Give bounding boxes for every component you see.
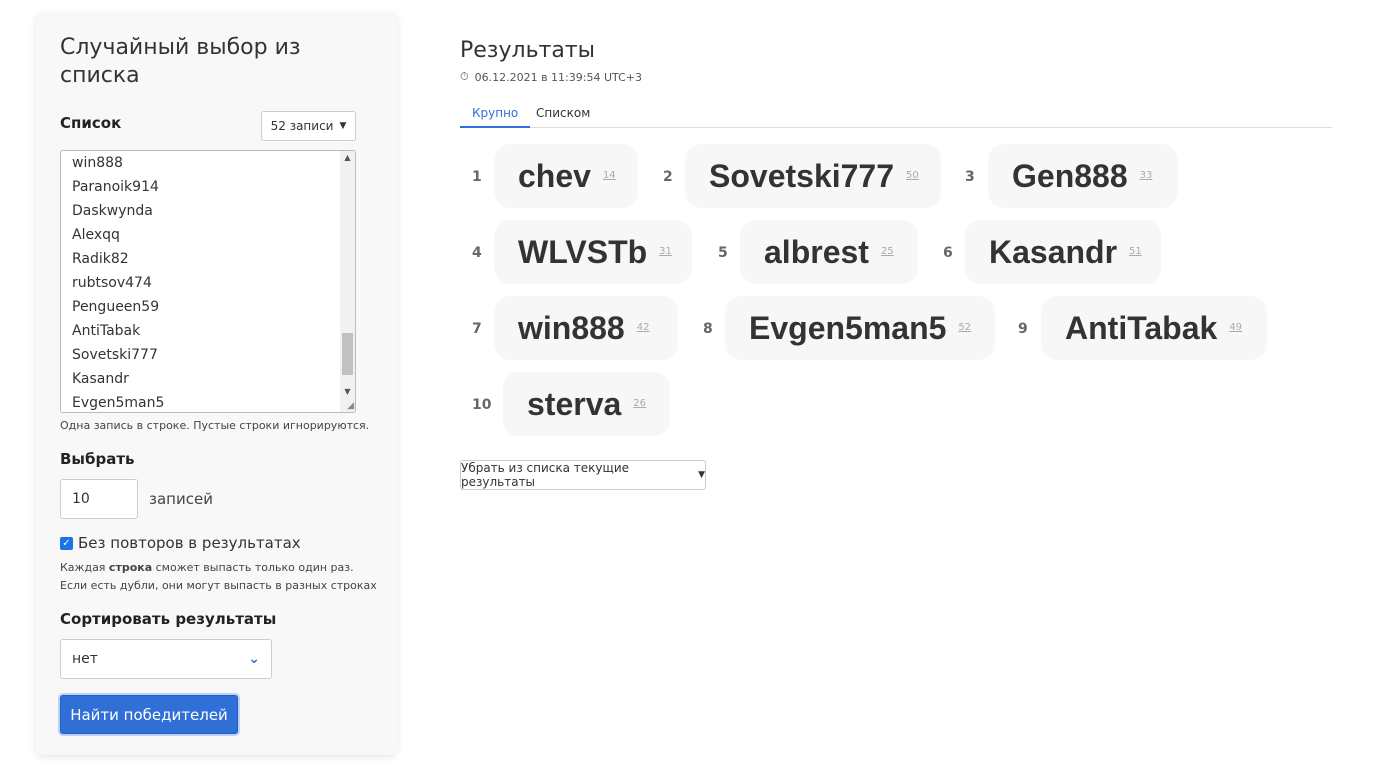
list-item: Alexqq — [72, 227, 120, 243]
sort-value: нет — [72, 651, 98, 667]
results-timestamp: 06.12.2021 в 11:39:54 UTC+3 — [474, 70, 642, 84]
winner-rank: 6 — [943, 245, 953, 261]
list-scrollbar[interactable]: ▲ ▼ — [340, 151, 355, 412]
winner-source-index[interactable]: 51 — [1129, 246, 1142, 257]
winner-source-index[interactable]: 31 — [659, 246, 672, 257]
scroll-up-icon[interactable]: ▲ — [340, 153, 355, 162]
list-item: Pengueen59 — [72, 299, 160, 315]
winner-name: Kasandr — [989, 233, 1118, 270]
find-winners-button[interactable]: Найти победителей — [60, 695, 238, 734]
winner-card: AntiTabak 49 — [1041, 296, 1267, 360]
winner-rank: 8 — [703, 321, 713, 337]
panel-title: Случайный выбор из списка — [60, 35, 301, 88]
list-item: Daskwynda — [72, 203, 153, 219]
winner-name: AntiTabak — [1065, 309, 1218, 346]
winner-card: chev 14 — [494, 144, 638, 208]
list-item: Sovetski777 — [72, 347, 158, 363]
tab-large[interactable]: Крупно — [460, 100, 531, 128]
winner-rank: 7 — [472, 321, 482, 337]
scroll-thumb[interactable] — [342, 333, 353, 375]
chevron-down-icon: ⌄ — [248, 651, 260, 667]
winner-source-index[interactable]: 42 — [637, 322, 650, 333]
winner-source-index[interactable]: 25 — [881, 246, 894, 257]
winner-card: sterva 26 — [503, 372, 670, 436]
winner-rank: 9 — [1018, 321, 1028, 337]
no-repeat-option[interactable]: ✓ Без повторов в результатах — [60, 534, 301, 552]
winner-rank: 1 — [472, 169, 482, 185]
winner-name: win888 — [518, 309, 625, 346]
list-item: Kasandr — [72, 371, 129, 387]
winner-name: WLVSTb — [518, 233, 648, 270]
results-title: Результаты — [460, 38, 596, 63]
no-repeat-hint: Каждая строка сможет выпасть только один… — [60, 561, 354, 574]
list-item: Paranoik914 — [72, 179, 159, 195]
choose-label: Выбрать — [60, 450, 135, 468]
no-repeat-hint-line2: Если есть дубли, они могут выпасть в раз… — [60, 579, 377, 592]
resize-handle-icon[interactable]: ◢ — [347, 401, 354, 411]
chevron-down-icon: ▼ — [698, 470, 705, 480]
remove-results-button[interactable]: Убрать из списка текущие результаты ▼ — [460, 460, 706, 490]
winner-rank: 4 — [472, 245, 482, 261]
list-label: Список — [60, 114, 122, 132]
list-item: rubtsov474 — [72, 275, 152, 291]
results-tabs: Крупно Списком — [460, 100, 1332, 128]
winner-name: sterva — [527, 385, 622, 422]
sort-label: Сортировать результаты — [60, 610, 277, 628]
winner-card: Evgen5man5 52 — [725, 296, 995, 360]
chevron-down-icon: ▼ — [339, 121, 347, 131]
hint-suffix: сможет выпасть только один раз. — [152, 561, 354, 574]
tab-list[interactable]: Списком — [524, 100, 602, 128]
winner-card: Gen888 33 — [988, 144, 1178, 208]
winner-source-index[interactable]: 49 — [1229, 322, 1242, 333]
winner-rank: 3 — [965, 169, 975, 185]
list-lines: win888 Paranoik914 Daskwynda Alexqq Radi… — [72, 151, 165, 412]
remove-results-label: Убрать из списка текущие результаты — [461, 461, 630, 489]
choose-unit-label: записей — [149, 490, 213, 508]
winner-name: Evgen5man5 — [749, 309, 947, 346]
winner-name: albrest — [764, 233, 869, 270]
settings-panel: Случайный выбор из списка Список 52 запи… — [36, 13, 397, 755]
winner-rank: 2 — [663, 169, 673, 185]
stopwatch-icon: ⏱ — [460, 70, 469, 83]
list-item: Radik82 — [72, 251, 129, 267]
winner-rank: 10 — [472, 397, 492, 413]
no-repeat-label: Без повторов в результатах — [78, 534, 301, 552]
no-repeat-checkbox[interactable]: ✓ — [60, 536, 73, 550]
hint-bold: строка — [108, 561, 153, 574]
winner-rank: 5 — [718, 245, 728, 261]
list-textarea[interactable]: win888 Paranoik914 Daskwynda Alexqq Radi… — [60, 150, 356, 413]
winner-name: Sovetski777 — [709, 157, 895, 194]
sort-select[interactable]: нет ⌄ — [60, 639, 272, 679]
winner-card: Sovetski777 50 — [685, 144, 941, 208]
winner-card: win888 42 — [494, 296, 678, 360]
hint-prefix: Каждая — [60, 561, 109, 574]
winner-source-index[interactable]: 14 — [603, 170, 616, 181]
winner-card: Kasandr 51 — [965, 220, 1161, 284]
list-item: Evgen5man5 — [72, 395, 165, 411]
entry-count-label: 52 записи — [270, 119, 334, 133]
winner-source-index[interactable]: 52 — [958, 322, 971, 333]
winner-card: albrest 25 — [740, 220, 918, 284]
winner-card: WLVSTb 31 — [494, 220, 692, 284]
results-timestamp-row: ⏱ 06.12.2021 в 11:39:54 UTC+3 — [460, 70, 642, 84]
winner-source-index[interactable]: 33 — [1140, 170, 1153, 181]
scroll-down-icon[interactable]: ▼ — [340, 387, 355, 396]
entry-count-dropdown[interactable]: 52 записи ▼ — [261, 111, 356, 141]
winner-name: chev — [518, 157, 591, 194]
choose-count-input[interactable]: 10 — [60, 479, 138, 519]
winner-source-index[interactable]: 26 — [633, 398, 646, 409]
winner-name: Gen888 — [1012, 157, 1128, 194]
list-item: win888 — [72, 155, 123, 171]
list-item: AntiTabak — [72, 323, 141, 339]
list-hint: Одна запись в строке. Пустые строки игно… — [60, 419, 370, 432]
winner-source-index[interactable]: 50 — [906, 170, 919, 181]
